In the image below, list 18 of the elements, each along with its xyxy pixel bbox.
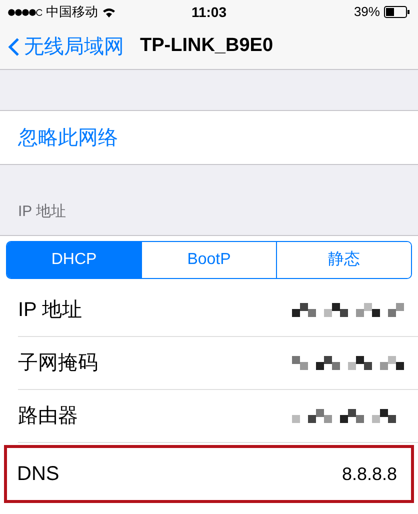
status-time: 11:03 — [191, 2, 227, 22]
row-label: 子网掩码 — [18, 351, 98, 376]
page-title: TP-LINK_B9E0 — [140, 34, 274, 58]
segment-tab[interactable]: DHCP — [7, 242, 141, 278]
section-header: IP 地址 — [18, 202, 66, 222]
wifi-icon — [102, 6, 116, 18]
forget-network-button[interactable]: 忽略此网络 — [0, 110, 418, 165]
chevron-left-icon — [8, 36, 20, 56]
back-button[interactable]: 无线局域网 — [8, 32, 124, 62]
row-value: 8.8.8.8 — [342, 462, 397, 486]
battery-icon — [384, 6, 410, 18]
signal-icon — [8, 8, 42, 16]
segment-tab[interactable]: 静态 — [276, 242, 411, 278]
row-label: DNS — [17, 462, 60, 487]
row-label: IP 地址 — [18, 298, 82, 323]
battery-percent: 39% — [354, 3, 380, 22]
carrier-name: 中国移动 — [46, 3, 98, 22]
row-label: 路由器 — [18, 404, 78, 429]
